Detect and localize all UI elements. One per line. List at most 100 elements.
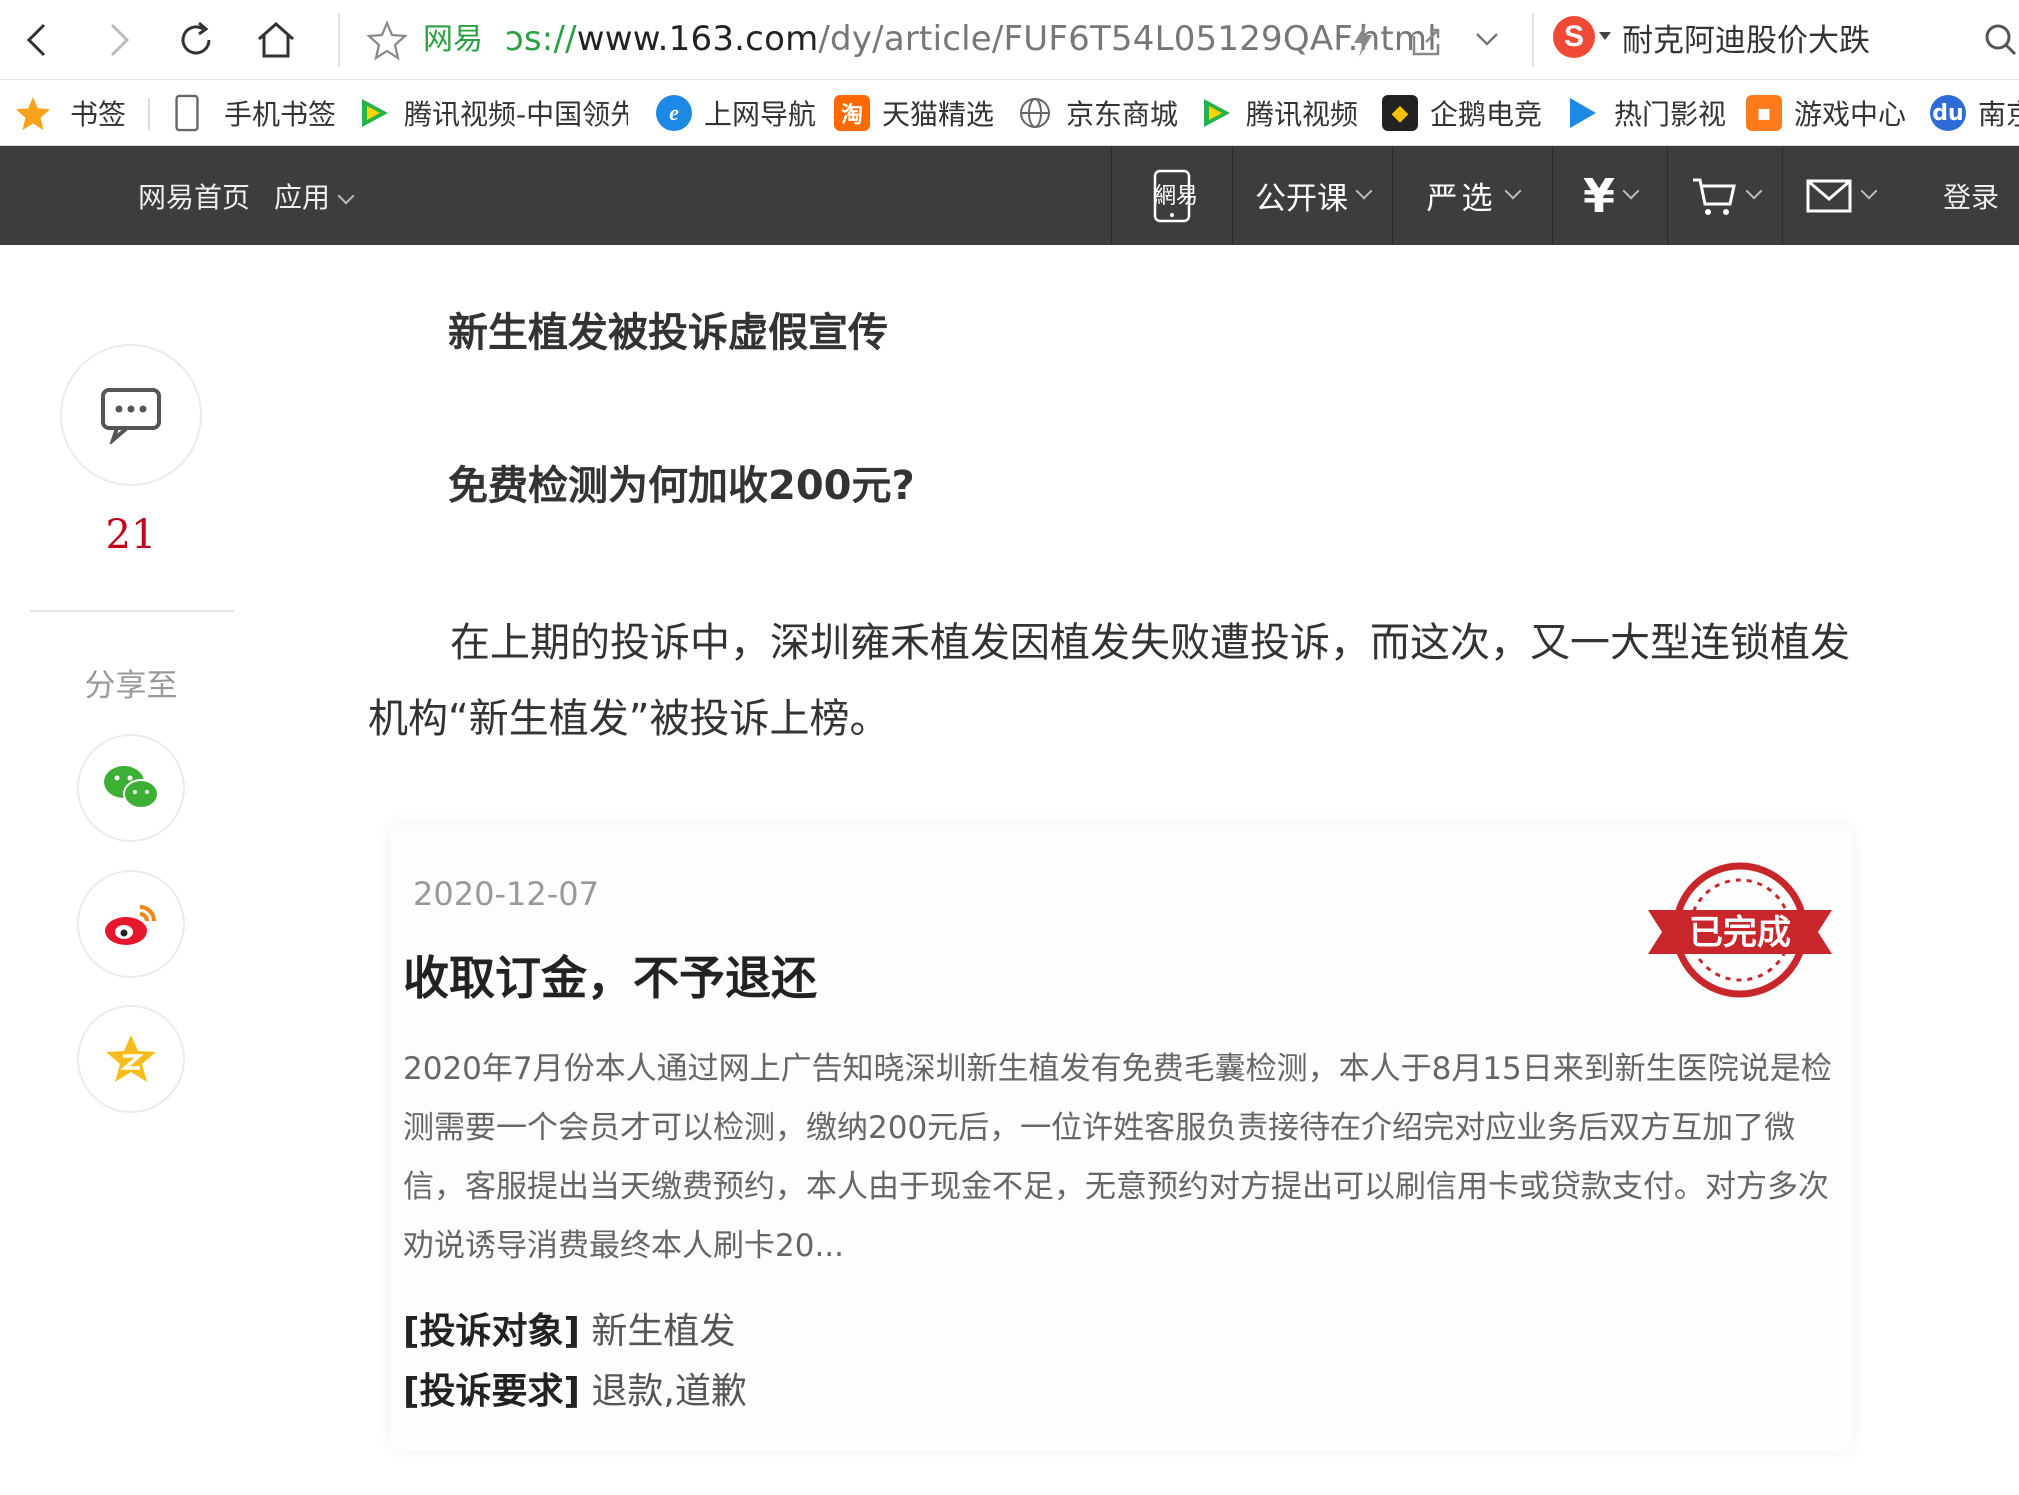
chevron-left-icon	[26, 23, 46, 57]
back-button[interactable]	[8, 10, 68, 70]
mail-icon	[1806, 179, 1852, 212]
article-heading: 免费检测为何加收200元?	[448, 463, 915, 509]
caret-down-icon[interactable]	[1598, 30, 1612, 42]
globe-icon	[1020, 98, 1050, 128]
qzone-star-icon	[106, 1035, 156, 1082]
stamp-label: 已完成	[1689, 913, 1791, 953]
url-host: www.163.com	[576, 19, 819, 59]
address-bar: 网易 ɔs://www.163.com/dy/article/FUF6T54L0…	[0, 0, 2019, 80]
share-icon[interactable]	[1408, 20, 1444, 60]
bookmark-item[interactable]: 京东商城	[1018, 80, 1179, 145]
bookmark-label: 游戏中心	[1794, 98, 1907, 131]
search-icon[interactable]	[1980, 18, 2018, 62]
nav-mobile-app[interactable]: 網易	[1111, 146, 1232, 245]
play-icon	[1570, 98, 1596, 128]
penguin-esports-icon: ◆	[1382, 95, 1418, 131]
nav-mail[interactable]	[1782, 146, 1897, 245]
bookmark-item[interactable]: 书签	[14, 80, 126, 145]
divider	[1532, 14, 1534, 66]
share-wechat-button[interactable]	[77, 734, 185, 842]
sogou-icon[interactable]: S	[1553, 16, 1595, 58]
cart-icon	[1693, 178, 1736, 215]
bookmark-label: 热门影视	[1614, 98, 1727, 131]
share-qzone-button[interactable]	[77, 1005, 185, 1113]
complaint-target-key: [投诉对象]	[403, 1311, 580, 1352]
reload-button[interactable]	[166, 10, 226, 70]
nav-yanxuan[interactable]: 严选	[1392, 146, 1552, 245]
bookmark-item[interactable]: ◆ 企鹅电竞	[1382, 80, 1543, 145]
bookmark-star-icon[interactable]	[365, 18, 409, 62]
nav-yanxuan-label: 严选	[1426, 181, 1497, 217]
nav-left-group: 网易首页 应用	[138, 146, 355, 245]
nav-open-course-label: 公开课	[1255, 181, 1348, 217]
bookmarks-bar: 书签 手机书签 腾讯视频-中国领先 e 上网导航 淘 天猫精选 京东商城 腾讯视…	[0, 80, 2019, 146]
bookmark-item[interactable]: 腾讯视频	[1198, 80, 1359, 145]
nav-open-course[interactable]: 公开课	[1232, 146, 1392, 245]
chevron-down-icon	[1860, 182, 1878, 199]
comment-count[interactable]: 21	[60, 512, 202, 558]
complaint-body: 2020年7月份本人通过网上广告知晓深圳新生植发有免费毛囊检测，本人于8月15日…	[403, 1051, 1832, 1264]
complaint-demand-row: [投诉要求] 退款,道歉	[403, 1362, 747, 1414]
search-input[interactable]: 耐克阿迪股价大跌	[1622, 18, 1870, 64]
complaint-title: 收取订金，不予退还	[403, 951, 817, 1005]
comment-bubble-icon	[101, 388, 161, 444]
nav-finance[interactable]: ¥	[1552, 146, 1667, 245]
completed-stamp: 已完成	[1648, 862, 1832, 998]
home-icon	[258, 21, 294, 58]
bookmark-label: 上网导航	[704, 98, 817, 131]
comment-button[interactable]	[60, 344, 202, 486]
bookmark-item[interactable]: ▪ 游戏中心	[1746, 80, 1907, 145]
complaint-target-value: 新生植发	[591, 1311, 736, 1352]
bookmark-item[interactable]: e 上网导航	[656, 80, 817, 145]
yen-icon: ¥	[1582, 168, 1615, 223]
phone-icon	[175, 94, 199, 132]
bookmark-label: 腾讯视频-中国领先	[404, 98, 628, 131]
home-button[interactable]	[246, 10, 306, 70]
divider	[148, 98, 150, 130]
chevron-down-icon	[1355, 182, 1373, 199]
bookmark-item[interactable]: 热门影视	[1566, 80, 1727, 145]
tencent-video-icon	[1204, 99, 1230, 127]
divider	[30, 610, 234, 612]
chevron-down-icon	[337, 187, 355, 204]
tmall-icon: 淘	[834, 95, 870, 131]
baidu-icon: du	[1930, 95, 1966, 131]
share-weibo-button[interactable]	[77, 870, 185, 978]
complaint-demand-value: 退款,道歉	[591, 1371, 747, 1412]
login-link[interactable]: 登录	[1943, 146, 1999, 245]
chevron-right-icon	[110, 23, 130, 57]
star-icon	[15, 96, 51, 131]
chevron-down-icon[interactable]	[1472, 22, 1502, 58]
share-label: 分享至	[84, 668, 178, 704]
bookmark-item[interactable]: 手机书签	[172, 80, 337, 145]
bookmark-item[interactable]: 腾讯视频-中国领先	[356, 80, 628, 145]
nav-apps-label: 应用	[274, 180, 331, 214]
bookmark-label: 企鹅电竞	[1430, 98, 1543, 131]
lightning-icon[interactable]	[1345, 20, 1381, 60]
url-field[interactable]: ɔs://www.163.com/dy/article/FUF6T54L0512…	[505, 16, 1437, 62]
weibo-icon	[105, 905, 156, 945]
site-navbar: 网易首页 应用 網易 公开课 严选 ¥ 登录	[0, 146, 2019, 245]
netease-mobile-logo: 網易	[1154, 184, 1199, 209]
bookmark-label: 手机书签	[224, 98, 337, 131]
complaint-date: 2020-12-07	[413, 875, 599, 913]
site-identity-label: 网易	[423, 22, 483, 57]
complaint-target-row: [投诉对象] 新生植发	[403, 1302, 735, 1354]
forward-button[interactable]	[88, 10, 148, 70]
nav-home-link[interactable]: 网易首页	[138, 176, 250, 216]
nav-shop[interactable]	[1667, 146, 1782, 245]
bookmark-item[interactable]: 淘 天猫精选	[834, 80, 995, 145]
nav-apps-menu[interactable]: 应用	[274, 176, 355, 216]
gamepad-icon: ▪	[1746, 95, 1782, 131]
url-scheme: ɔs://	[505, 19, 577, 59]
bookmark-label: 天猫精选	[882, 98, 995, 131]
bookmark-label: 腾讯视频	[1246, 98, 1359, 131]
chevron-down-icon	[1622, 182, 1640, 199]
bookmark-label: 京东商城	[1066, 98, 1179, 131]
chevron-down-icon	[1504, 182, 1521, 199]
complaint-demand-key: [投诉要求]	[403, 1371, 580, 1412]
divider	[338, 14, 340, 66]
article-paragraph: 在上期的投诉中，深圳雍禾植发因植发失败遭投诉，而这次，又一大型连锁植发机构“新生…	[368, 620, 1850, 742]
bookmark-item[interactable]: du 南京	[1930, 80, 2019, 145]
chevron-down-icon	[1745, 182, 1763, 199]
